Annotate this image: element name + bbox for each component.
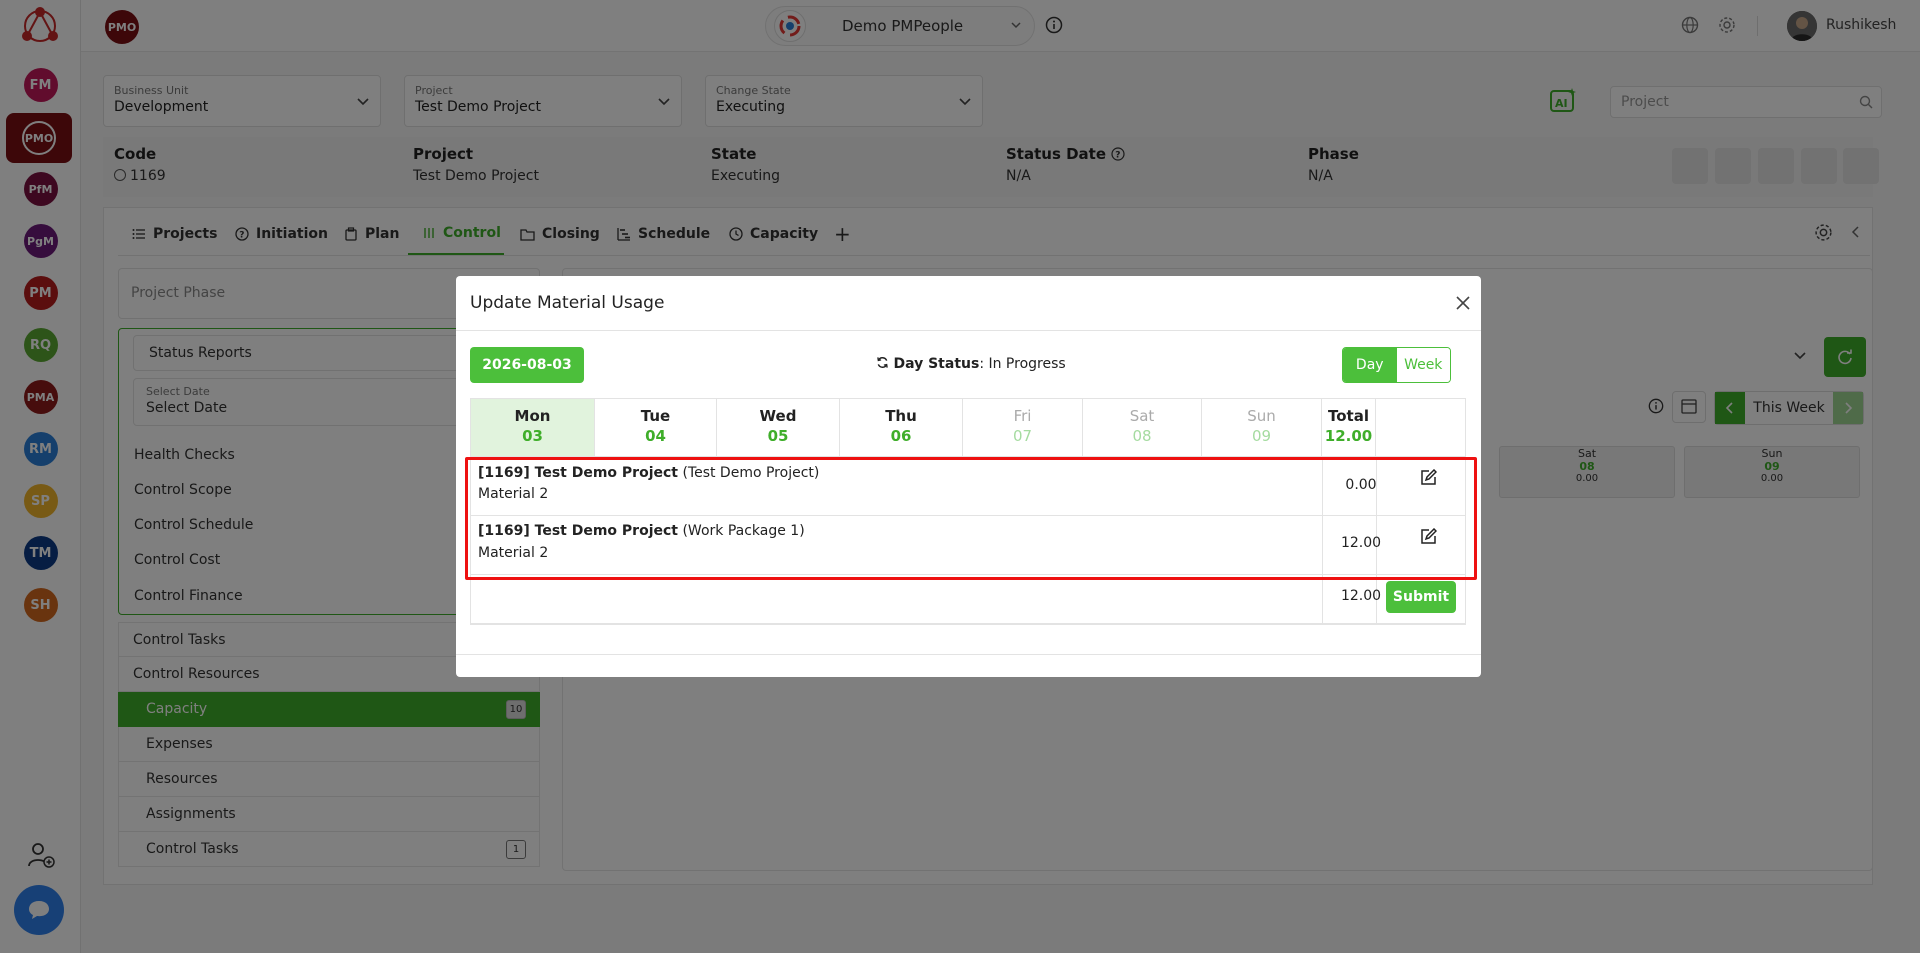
day-status-value: In Progress [988, 356, 1066, 372]
day-status-label: Day Status [893, 356, 980, 372]
day-name: Mon [514, 407, 551, 425]
day-header-sun[interactable]: Sun 09 [1202, 399, 1322, 456]
day-date: 07 [1012, 427, 1033, 445]
week-view-button[interactable]: Week [1396, 348, 1450, 382]
submit-button[interactable]: Submit [1386, 581, 1456, 613]
day-header-thu[interactable]: Thu 06 [840, 399, 963, 456]
day-name: Sun [1247, 407, 1276, 425]
day-status: Day Status: In Progress [876, 356, 1066, 372]
day-header-tue[interactable]: Tue 04 [595, 399, 717, 456]
day-date: 05 [767, 427, 789, 445]
grid-divider [471, 623, 1465, 624]
day-name: Fri [1013, 407, 1032, 425]
day-header-fri[interactable]: Fri 07 [963, 399, 1083, 456]
view-toggle: Day Week [1342, 347, 1451, 383]
day-date: 06 [890, 427, 912, 445]
modal-footer-divider [456, 654, 1481, 655]
day-view-button[interactable]: Day [1343, 348, 1397, 382]
close-icon[interactable] [1454, 294, 1472, 312]
day-header-wed[interactable]: Wed 05 [717, 399, 840, 456]
day-date: 03 [522, 427, 543, 445]
day-name: Tue [640, 407, 671, 425]
day-header-sat[interactable]: Sat 08 [1083, 399, 1202, 456]
modal-header: Update Material Usage [456, 276, 1481, 331]
date-picker-button[interactable]: 2026-08-03 [470, 347, 584, 383]
day-date: 04 [645, 427, 666, 445]
day-date: 09 [1251, 427, 1272, 445]
footer-total: 12.00 [1340, 588, 1382, 604]
modal-title: Update Material Usage [470, 293, 665, 313]
total-header: Total 12.00 [1322, 399, 1376, 456]
day-name: Wed [759, 407, 797, 425]
day-date: 08 [1132, 427, 1152, 445]
day-header-mon[interactable]: Mon 03 [471, 399, 595, 456]
total-label: Total [1328, 407, 1369, 425]
sync-icon [877, 357, 888, 368]
highlight-box [465, 457, 1477, 580]
day-name: Thu [885, 407, 917, 425]
day-name: Sat [1129, 407, 1155, 425]
total-value: 12.00 [1324, 427, 1373, 445]
